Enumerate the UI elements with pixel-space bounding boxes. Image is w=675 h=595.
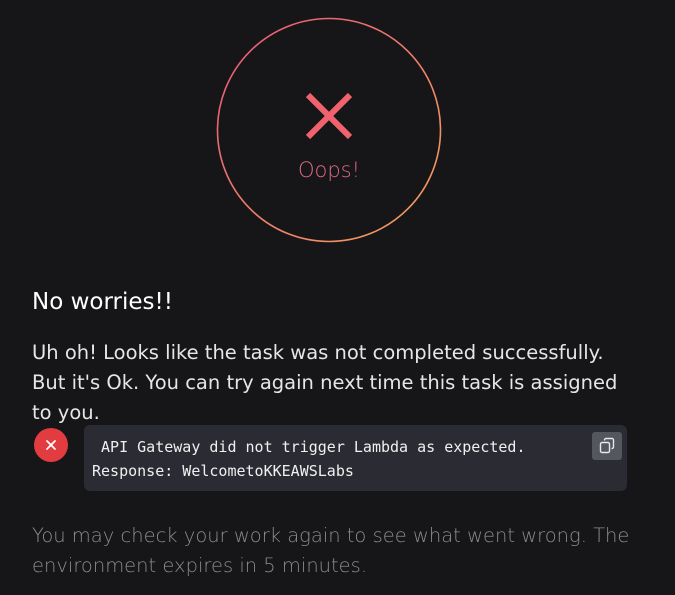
error-line-2: Response: WelcometoKKEAWSLabs	[92, 462, 354, 480]
close-icon	[46, 440, 56, 450]
error-output: API Gateway did not trigger Lambda as ex…	[84, 425, 627, 491]
error-badge	[34, 428, 68, 462]
result-message: Uh oh! Looks like the task was not compl…	[32, 341, 618, 424]
fail-x-icon	[305, 92, 353, 140]
copy-icon	[599, 437, 615, 454]
copy-button[interactable]	[592, 432, 622, 460]
footer-note: You may check your work again to see wha…	[32, 524, 630, 577]
result-page: Oops! No worries!! Uh oh! Looks like the…	[0, 0, 675, 595]
status-ring	[216, 17, 442, 243]
error-line-1: API Gateway did not trigger Lambda as ex…	[92, 438, 526, 456]
status-title: Oops!	[297, 158, 361, 182]
result-heading: No worries!!	[32, 289, 173, 315]
